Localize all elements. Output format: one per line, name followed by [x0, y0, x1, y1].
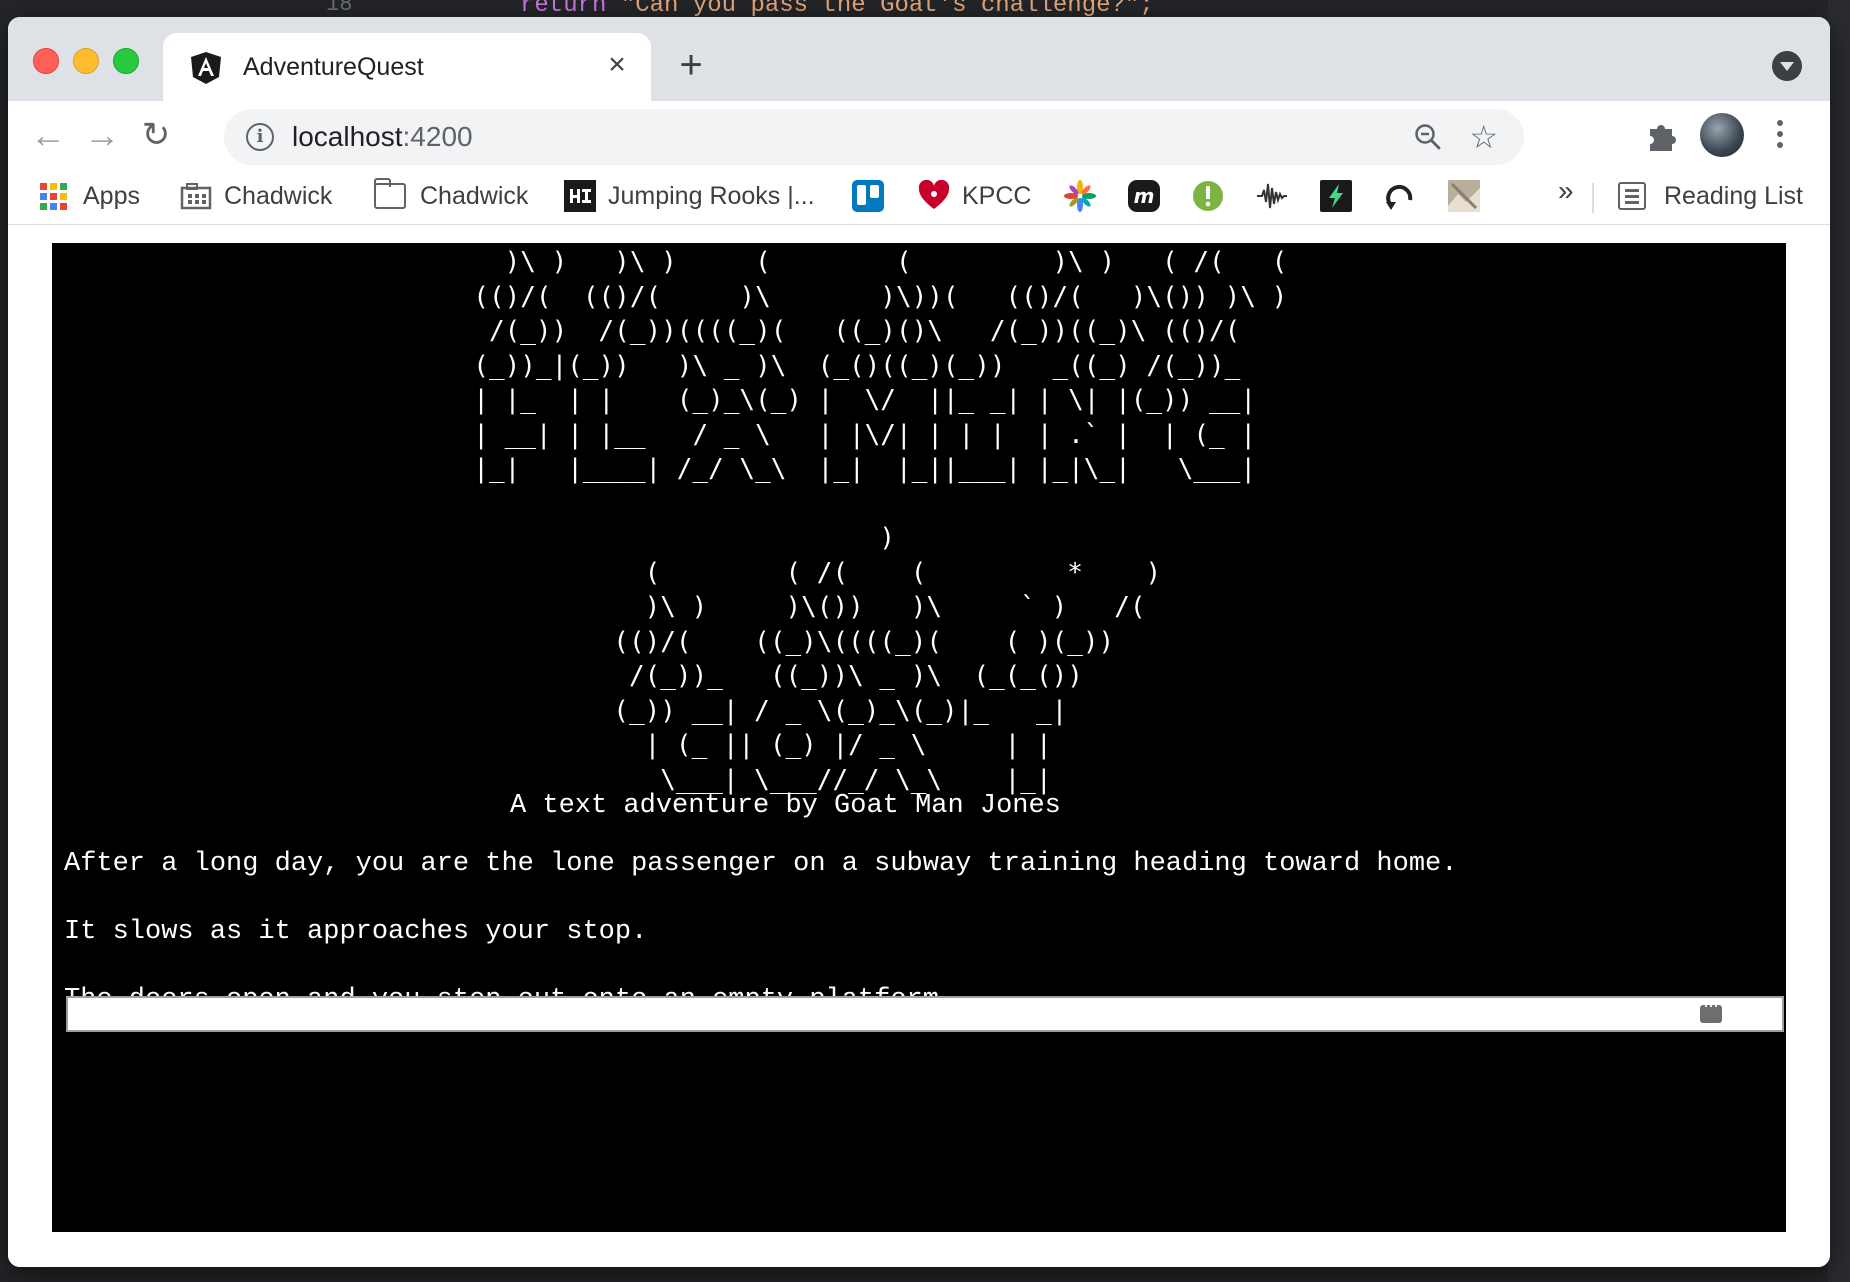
autofill-key-icon[interactable]	[1700, 995, 1722, 1023]
thumbnail-icon	[1448, 180, 1480, 212]
hi-icon	[564, 180, 596, 212]
editor-right-gutter	[1828, 0, 1850, 1282]
arc-icon	[1386, 184, 1413, 210]
trello-icon	[852, 180, 884, 212]
tab-strip: AdventureQuest × +	[8, 17, 1830, 101]
editor-line-number: 18	[326, 0, 353, 17]
site-info-icon[interactable]: i	[246, 123, 274, 151]
waveform-icon	[1257, 183, 1287, 209]
profile-avatar[interactable]	[1700, 113, 1744, 157]
bookmark-pinwheel[interactable]	[1064, 175, 1108, 217]
game-byline: A text adventure by Goat Man Jones	[510, 791, 1061, 821]
back-arrow-icon[interactable]: ←	[26, 113, 70, 157]
url-port: :4200	[402, 121, 473, 152]
story-line: It slows as it approaches your stop.	[64, 917, 648, 947]
apps-grid-icon	[40, 182, 67, 210]
page-viewport: )\ ) )\ ) ( ( )\ ) ( /( ( (()/( (()/( )\…	[8, 225, 1830, 1267]
pinwheel-icon	[1064, 180, 1096, 212]
angular-icon	[191, 52, 221, 84]
bookmark-label: Chadwick	[224, 181, 333, 210]
bookmark-waveform[interactable]	[1256, 175, 1300, 217]
reading-list-label: Reading List	[1664, 181, 1803, 210]
bookmark-label: Jumping Rooks |...	[608, 181, 815, 210]
maximize-window-button[interactable]	[113, 48, 139, 74]
url-text[interactable]: localhost:4200	[292, 121, 473, 153]
command-input[interactable]	[66, 996, 1784, 1032]
story-line: After a long day, you are the lone passe…	[64, 849, 1458, 879]
bookmark-label: KPCC	[962, 181, 1032, 210]
bookmark-trello[interactable]	[852, 175, 896, 217]
bookmark-jumping-rooks[interactable]: Jumping Rooks |...	[564, 175, 815, 217]
building-icon	[180, 183, 212, 210]
m-icon: m	[1128, 180, 1160, 212]
game-terminal: )\ ) )\ ) ( ( )\ ) ( /( ( (()/( (()/( )\…	[52, 243, 1786, 1232]
url-host: localhost	[292, 121, 403, 152]
close-window-button[interactable]	[33, 48, 59, 74]
browser-toolbar: ← → ↻ i localhost:4200 ☆	[8, 101, 1830, 169]
reload-icon[interactable]: ↻	[134, 113, 178, 157]
bookmarks-divider	[1592, 183, 1594, 213]
svg-text:m: m	[1134, 184, 1155, 208]
bookmarks-bar: Apps Chadwick Chadwick Jumping Rooks |..…	[8, 169, 1830, 225]
tab-title: AdventureQuest	[243, 53, 424, 81]
bookmark-kpcc[interactable]: KPCC	[918, 175, 1031, 217]
bookmarks-overflow-button[interactable]: »	[1558, 175, 1574, 207]
bookmark-chadwick-site[interactable]: Chadwick	[180, 175, 332, 217]
flaming-ascii-title: )\ ) )\ ) ( ( )\ ) ( /( ( (()/( (()/( )\…	[473, 247, 1288, 484]
bookmark-star-icon[interactable]: ☆	[1469, 119, 1498, 155]
minimize-window-button[interactable]	[73, 48, 99, 74]
tab-search-icon[interactable]	[1772, 51, 1802, 81]
zoom-out-icon[interactable]	[1414, 123, 1442, 151]
address-bar[interactable]: i localhost:4200 ☆	[224, 109, 1524, 165]
browser-window: AdventureQuest × + ← → ↻ i localhost:420…	[8, 17, 1830, 1267]
bookmark-apps[interactable]: Apps	[40, 175, 140, 217]
bookmark-label: Chadwick	[420, 181, 529, 210]
reading-list-button[interactable]: Reading List	[1618, 175, 1803, 217]
folder-icon	[373, 178, 406, 209]
reading-list-icon	[1618, 182, 1646, 210]
tab-close-icon[interactable]: ×	[599, 47, 635, 83]
bookmark-exclamation[interactable]	[1192, 175, 1236, 217]
bolt-icon	[1320, 180, 1352, 212]
bookmark-arc[interactable]	[1384, 175, 1428, 217]
bookmark-m[interactable]: m	[1128, 175, 1172, 217]
goat-ascii-title: ) ( ( /( ( * ) )\ ) )\()) )\ ` ) /( (()/…	[613, 523, 1162, 795]
tab-adventurequest[interactable]: AdventureQuest ×	[163, 33, 651, 101]
new-tab-button[interactable]: +	[673, 45, 709, 85]
bookmark-bolt[interactable]	[1320, 175, 1364, 217]
iheart-icon	[918, 180, 950, 209]
exclamation-icon	[1193, 181, 1223, 211]
extensions-puzzle-icon[interactable]	[1644, 117, 1680, 153]
forward-arrow-icon[interactable]: →	[80, 113, 124, 157]
bookmark-chadwick-folder[interactable]: Chadwick	[373, 175, 529, 217]
bookmark-thumbnail[interactable]	[1448, 175, 1492, 217]
browser-menu-icon[interactable]	[1776, 117, 1784, 153]
bookmark-label: Apps	[83, 181, 140, 210]
